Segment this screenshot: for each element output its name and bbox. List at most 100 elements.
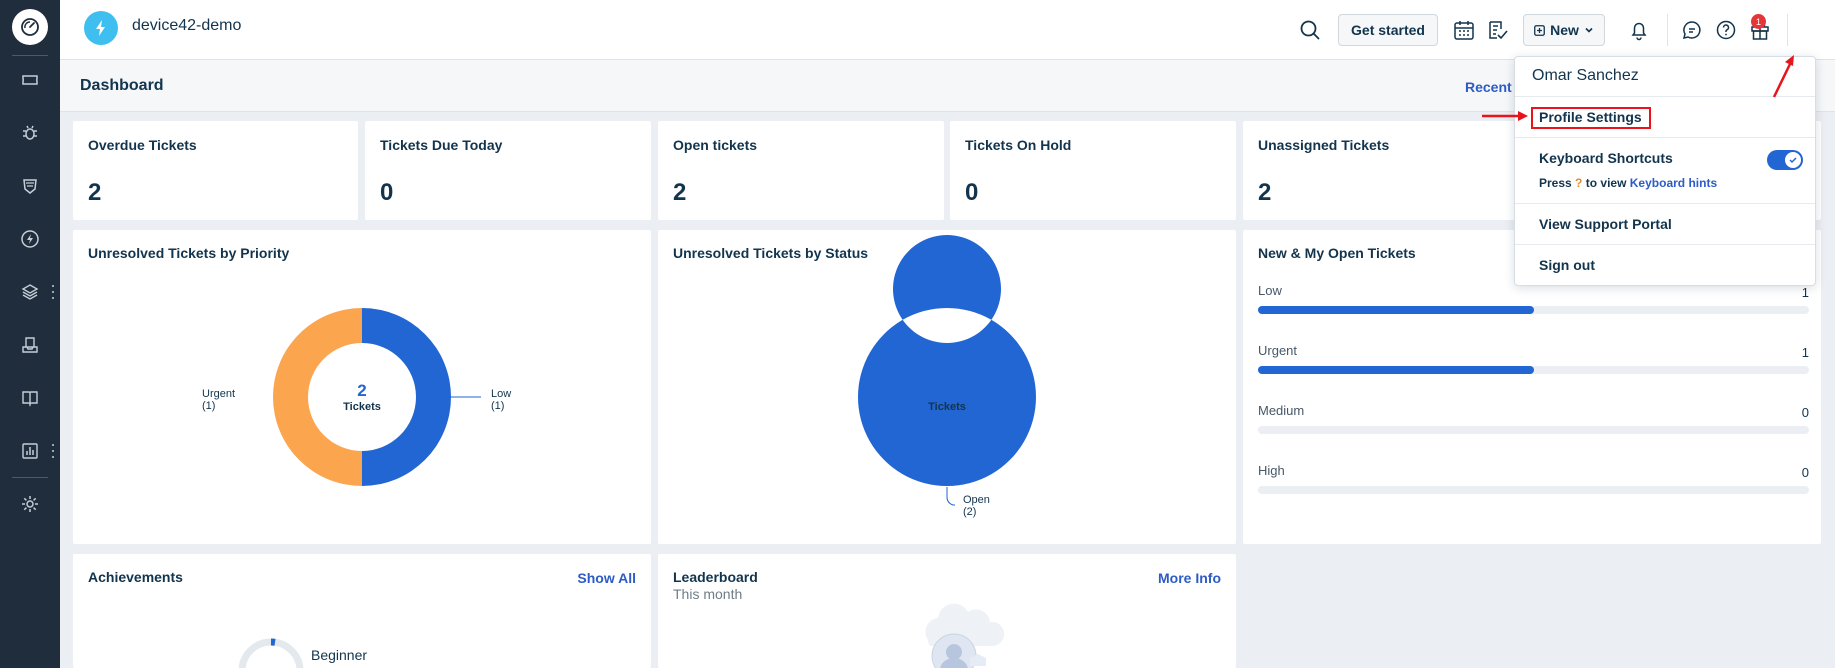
tickets-icon[interactable] — [18, 68, 42, 92]
stat-card-open[interactable]: Open tickets 2 — [658, 121, 944, 220]
donut-slice-low[interactable] — [362, 308, 451, 486]
changes-icon[interactable] — [18, 174, 42, 198]
help-icon[interactable] — [1714, 18, 1738, 42]
rail-divider — [12, 55, 48, 56]
urgent-label: Urgent — [202, 388, 236, 400]
menu-divider — [1515, 137, 1815, 138]
topbar-divider — [1787, 14, 1788, 46]
gift-notification-badge: 1 — [1751, 14, 1766, 29]
profile-user-name: Omar Sanchez — [1532, 67, 1639, 84]
status-donut-chart: 2 Tickets — [857, 235, 1036, 506]
achievements-card: Achievements Show All 100 Beginner — [73, 554, 651, 668]
recent-link[interactable]: Recent — [1465, 79, 1512, 95]
priority-bar-fill — [1258, 366, 1534, 374]
assets-more-icon[interactable] — [51, 285, 55, 299]
dashboard-icon[interactable] — [12, 9, 48, 45]
inbox-icon[interactable] — [18, 333, 42, 357]
priority-name: High — [1258, 463, 1285, 478]
hint-to-view: to view — [1585, 176, 1627, 190]
stat-label: Tickets Due Today — [380, 137, 503, 153]
keyboard-hints-link[interactable]: Keyboard hints — [1630, 176, 1717, 190]
stat-card-overdue[interactable]: Overdue Tickets 2 — [73, 121, 358, 220]
reports-icon[interactable] — [18, 439, 42, 463]
priority-count: 0 — [1801, 405, 1809, 420]
new-button[interactable]: New — [1523, 14, 1605, 46]
leaderboard-card: Leaderboard This month More Info — [658, 554, 1236, 668]
page-title: Dashboard — [80, 77, 164, 94]
card-title: New & My Open Tickets — [1258, 245, 1416, 261]
card-title: Achievements — [88, 569, 183, 585]
open-leader-line — [946, 487, 955, 506]
stat-value: 0 — [380, 179, 394, 206]
stat-value: 2 — [1258, 179, 1272, 206]
calendar-icon[interactable] — [1452, 18, 1476, 42]
topbar-divider — [1667, 14, 1668, 46]
settings-icon[interactable] — [18, 492, 42, 516]
stat-label: Overdue Tickets — [88, 137, 197, 153]
card-subtitle: This month — [673, 586, 743, 602]
open-label: Open — [963, 494, 990, 506]
stat-value: 2 — [673, 179, 687, 206]
get-started-button[interactable]: Get started — [1338, 14, 1438, 46]
solutions-icon[interactable] — [18, 386, 42, 410]
low-count: (1) — [491, 400, 505, 412]
stat-label: Tickets On Hold — [965, 137, 1072, 153]
achievement-progress-ring: 100 — [238, 638, 304, 668]
sign-out-item[interactable]: Sign out — [1539, 257, 1595, 273]
stat-value: 0 — [965, 179, 979, 206]
priority-bar-fill — [1258, 306, 1534, 314]
left-nav-rail — [0, 0, 60, 668]
bell-icon[interactable] — [1627, 18, 1651, 42]
hint-press: Press — [1539, 176, 1572, 190]
brand-logo-icon — [84, 11, 118, 45]
donut-slice-open[interactable] — [857, 235, 1036, 486]
show-all-link[interactable]: Show All — [577, 570, 636, 586]
leaderboard-illustration — [925, 603, 1005, 668]
assets-icon[interactable] — [18, 280, 42, 304]
keyboard-shortcuts-item: Keyboard Shortcuts — [1539, 150, 1673, 166]
releases-icon[interactable] — [18, 227, 42, 251]
donut-center-value: 2 — [357, 381, 366, 400]
urgent-count: (1) — [202, 400, 216, 412]
stat-label: Open tickets — [673, 137, 758, 153]
achievement-level: Beginner — [311, 647, 368, 663]
priority-bar-track — [1258, 426, 1809, 434]
priority-bar-track — [1258, 486, 1809, 494]
stat-label: Unassigned Tickets — [1258, 137, 1390, 153]
low-label: Low — [491, 388, 512, 400]
priority-count: 1 — [1801, 345, 1809, 360]
priority-count: 1 — [1801, 285, 1809, 300]
status-chart-card: Unresolved Tickets by Status 2 Tickets O… — [658, 230, 1236, 544]
stat-value: 2 — [88, 179, 102, 206]
chat-icon[interactable] — [1680, 18, 1704, 42]
donut-center-label: Tickets — [928, 401, 966, 413]
stat-card-on-hold[interactable]: Tickets On Hold 0 — [950, 121, 1236, 220]
keyboard-shortcuts-toggle[interactable] — [1767, 150, 1803, 170]
donut-center-value: 2 — [942, 381, 951, 400]
chevron-down-icon — [1585, 27, 1593, 33]
menu-divider — [1515, 244, 1815, 245]
more-info-link[interactable]: More Info — [1158, 570, 1221, 586]
priority-name: Urgent — [1258, 343, 1298, 358]
priority-name: Medium — [1258, 403, 1305, 418]
top-bar: device42-demo Get started New 1 — [60, 0, 1835, 60]
stat-card-due-today[interactable]: Tickets Due Today 0 — [365, 121, 651, 220]
problems-icon[interactable] — [18, 121, 42, 145]
search-icon[interactable] — [1298, 18, 1322, 42]
rail-divider — [12, 477, 48, 478]
priority-name: Low — [1258, 283, 1282, 298]
keyboard-hint-text: Press ? to view Keyboard hints — [1539, 176, 1717, 190]
donut-center-label: Tickets — [343, 401, 381, 413]
card-title: Leaderboard — [673, 569, 758, 585]
priority-chart-card: Unresolved Tickets by Priority 2 Tickets… — [73, 230, 651, 544]
reports-more-icon[interactable] — [51, 444, 55, 458]
workspace-name: device42-demo — [132, 17, 242, 34]
priority-bar-track — [1258, 306, 1809, 314]
view-support-portal-item[interactable]: View Support Portal — [1539, 216, 1672, 232]
hint-key: ? — [1575, 176, 1583, 190]
profile-menu: Omar Sanchez Profile Settings Keyboard S… — [1514, 56, 1816, 286]
priority-bar-track — [1258, 366, 1809, 374]
menu-divider — [1515, 96, 1815, 97]
todo-icon[interactable] — [1485, 18, 1509, 42]
priority-count: 0 — [1801, 465, 1809, 480]
